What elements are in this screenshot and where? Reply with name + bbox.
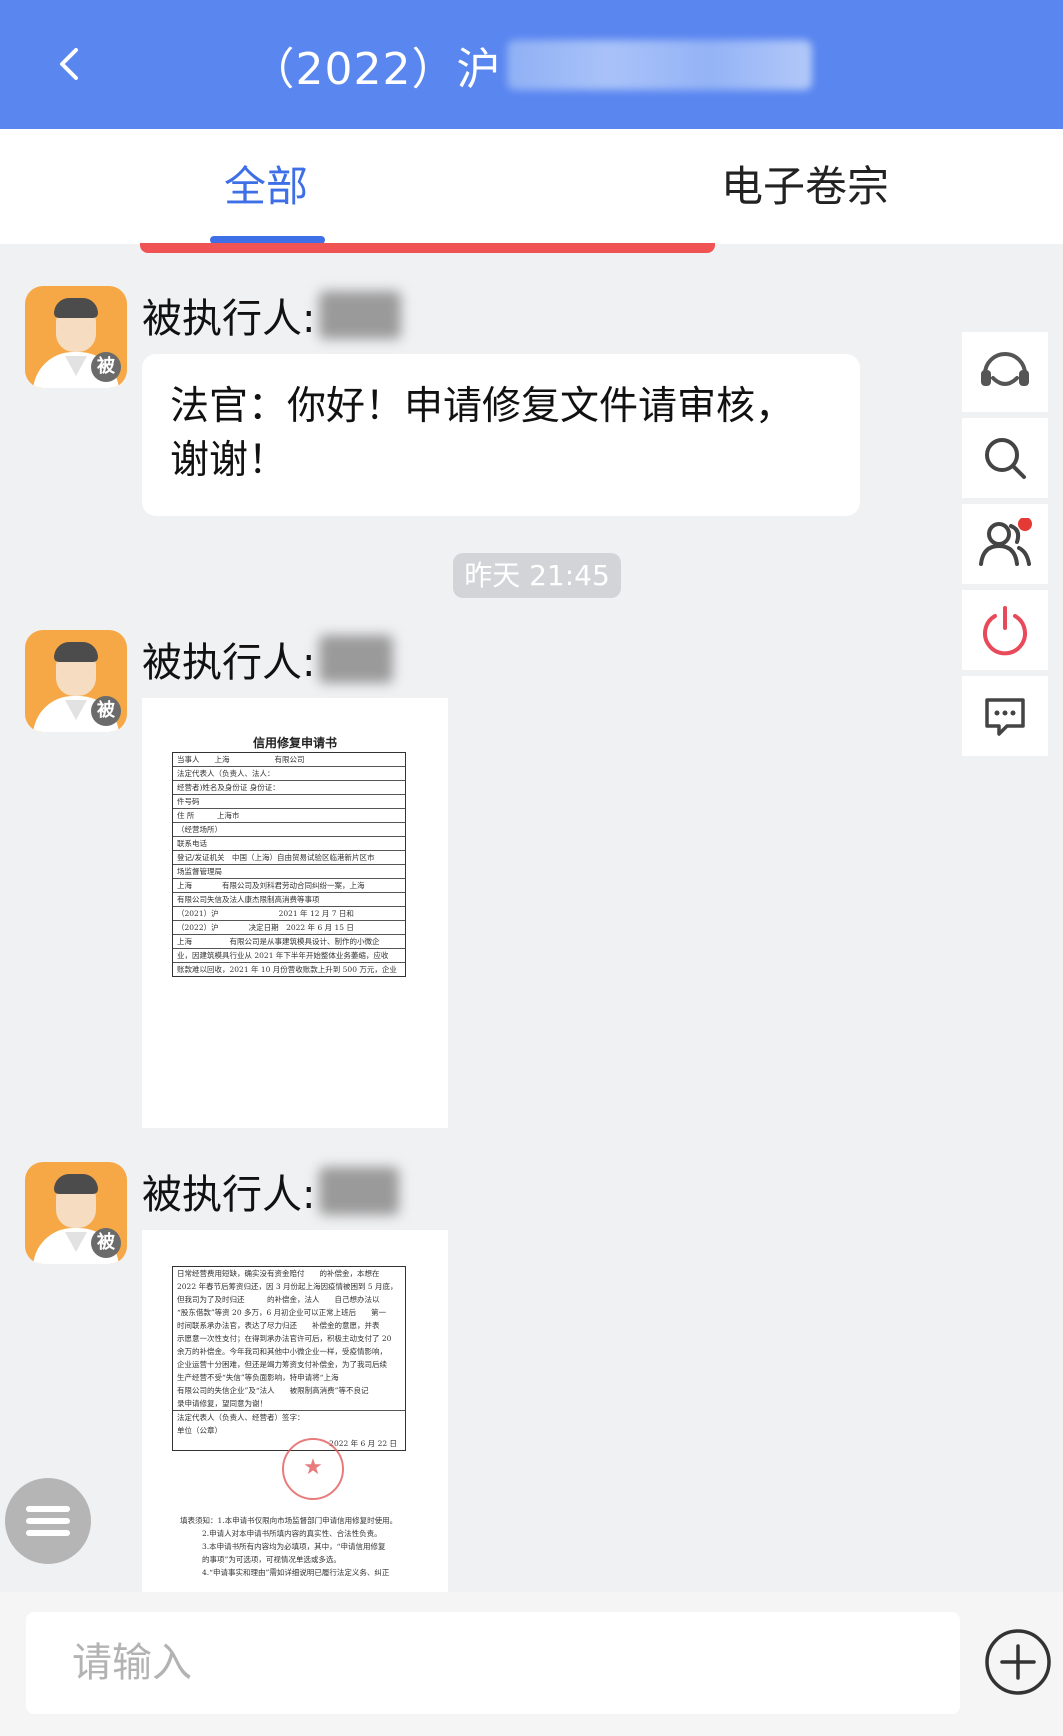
message-bubble[interactable]: 法官：你好！申请修复文件请审核，谢谢！ — [142, 354, 860, 516]
document-table: 日常经营费用短缺，确实没有资金赔付 的补偿金，本想在 2022 年春节后筹资归还… — [172, 1266, 406, 1451]
customer-service-icon — [981, 352, 1029, 386]
document-row: 件号码 — [173, 795, 405, 809]
document-row: 填表须知：1.本申请书仅限向市场监督部门申请信用修复时使用。 — [180, 1516, 398, 1525]
document-row: 录申请修复，望同意为谢！ — [173, 1397, 405, 1411]
avatar-badge: 被 — [91, 1228, 121, 1258]
document-row: 上海 有限公司是从事建筑模具设计、制作的小微企 — [173, 935, 405, 949]
sender-name-redaction — [319, 291, 402, 339]
side-toolbar — [962, 332, 1048, 762]
document-row: 时间联系承办法官，表达了尽力归还 补偿金的意愿，并表 — [177, 1321, 380, 1330]
document-row: “股东借款”等资 20 多万，6 月初企业可以正常上班后 第一 — [177, 1308, 387, 1317]
avatar-badge: 被 — [91, 352, 121, 382]
document-row: 经营者)姓名及身份证 身份证： — [173, 781, 405, 795]
message-icon — [985, 698, 1025, 736]
document-image-attachment[interactable]: 信用修复申请书 当事人 上海 有限公司 法定代表人（负责人、法人： 经营者)姓名… — [142, 698, 448, 1128]
sender-label: 被执行人: — [142, 640, 316, 686]
document-row: 但我司为了及时归还 的补偿金，法人 自己想办法以 — [177, 1295, 380, 1304]
document-row: 余万的补偿金。今年我司和其他中小微企业一样，受疫情影响， — [177, 1347, 387, 1356]
participants-button[interactable] — [962, 504, 1048, 584]
document-image-attachment[interactable]: 日常经营费用短缺，确实没有资金赔付 的补偿金，本想在 2022 年春节后筹资归还… — [142, 1230, 448, 1592]
document-title: 信用修复申请书 — [252, 736, 337, 750]
document-row: （2021）沪 2021 年 12 月 7 日和 — [173, 907, 405, 921]
document-row: 有限公司失信及法人康杰限制高消费等事项 — [173, 893, 405, 907]
document-row: 日常经营费用短缺，确实没有资金赔付 的补偿金，本想在 — [177, 1269, 380, 1278]
app-header: （2022）沪 — [0, 0, 1063, 129]
document-row: 企业运营十分困难，但还是竭力筹资支付补偿金，为了我司后续 — [177, 1360, 387, 1369]
menu-icon — [26, 1518, 70, 1524]
document-row: 3.本申请书所有内容均为必填项，其中，“申请信用修复 — [202, 1542, 386, 1551]
tab-bar: 全部 电子卷宗 — [0, 129, 1063, 244]
tab-electronic-file[interactable]: 电子卷宗 — [690, 129, 920, 244]
document-row: 业，因建筑模具行业从 2021 年下半年开始整体业务萎缩，应收 — [173, 949, 405, 963]
document-row: 法定代表人（负责人、经营者）签字： — [177, 1413, 305, 1422]
document-row: 当事人 上海 有限公司 — [173, 753, 405, 767]
sender-label: 被执行人: — [142, 296, 316, 342]
document-notes: 填表须知：1.本申请书仅限向市场监督部门申请信用修复时使用。 2.申请人对本申请… — [176, 1514, 426, 1579]
document-row: （2022）沪 决定日期 2022 年 6 月 15 日 — [173, 921, 405, 935]
power-icon — [983, 606, 1027, 656]
avatar-badge: 被 — [91, 696, 121, 726]
search-icon — [985, 438, 1026, 479]
header-title-wrap: （2022）沪 — [0, 0, 1063, 129]
sender-label: 被执行人: — [142, 1172, 316, 1218]
message-text: 法官：你好！申请修复文件请审核，谢谢！ — [170, 384, 795, 483]
document-row: 住 所 上海市 — [173, 809, 405, 823]
document-row: 2.申请人对本申请书所填内容的真实性、合法性负责。 — [202, 1529, 382, 1538]
timestamp: 昨天 21:45 — [453, 553, 621, 598]
power-button[interactable] — [962, 590, 1048, 670]
document-row: 示愿意一次性支付；在得到承办法官许可后，积极主动支付了 20 — [177, 1334, 392, 1343]
title-redaction — [507, 39, 813, 90]
document-row: 账款难以回收，2021 年 10 月份营收账款上升到 500 万元，企业 — [177, 965, 397, 974]
avatar[interactable]: 被 — [25, 630, 127, 732]
document-row: 单位（公章） — [177, 1426, 222, 1435]
add-icon[interactable] — [984, 1628, 1052, 1696]
users-icon — [979, 518, 1032, 566]
document-row: 2022 年春节后筹资归还，因 3 月份起上海因疫情被困到 5 月底， — [177, 1282, 398, 1291]
sender-name-redaction — [319, 1167, 400, 1215]
tab-all[interactable]: 全部 — [160, 129, 372, 244]
floating-menu-button[interactable] — [5, 1478, 91, 1564]
document-row: （经营场所） — [173, 823, 405, 837]
red-accent-bar — [140, 243, 715, 253]
sender-name: 被执行人: — [142, 1162, 400, 1220]
page-title: （2022）沪 — [250, 43, 502, 95]
search-button[interactable] — [962, 418, 1048, 498]
message-input[interactable] — [26, 1612, 960, 1714]
sender-name: 被执行人: — [142, 630, 394, 688]
comment-button[interactable] — [962, 676, 1048, 756]
sender-name: 被执行人: — [142, 286, 402, 344]
document-row: 上海 有限公司及刘科君劳动合同纠纷一案，上海 — [173, 879, 405, 893]
document-row: 的事项”为可选项，可视情况单选或多选。 — [202, 1555, 341, 1564]
document-row: 4.“申请事实和理由”需如详细说明已履行法定义务、纠正 — [202, 1568, 390, 1577]
menu-icon — [26, 1506, 70, 1512]
menu-icon — [26, 1530, 70, 1536]
document-row: 场监督管理局 — [173, 865, 405, 879]
input-bar — [0, 1592, 1063, 1736]
document-row: 法定代表人（负责人、法人： — [173, 767, 405, 781]
document-row: 登记/发证机关 中国（上海）自由贸易试验区临港新片区市 — [173, 851, 405, 865]
document-table: 当事人 上海 有限公司 法定代表人（负责人、法人： 经营者)姓名及身份证 身份证… — [172, 752, 406, 977]
sender-name-redaction — [319, 635, 394, 683]
avatar[interactable]: 被 — [25, 1162, 127, 1264]
official-seal-icon: ★ — [282, 1438, 344, 1500]
avatar[interactable]: 被 — [25, 286, 127, 388]
document-row: 有限公司的失信企业”及“法人 被限制高消费”等不良记 — [177, 1386, 369, 1395]
document-row: 联系电话 — [173, 837, 405, 851]
customer-service-button[interactable] — [962, 332, 1048, 412]
document-row: 生产经营不受“失信”等负面影响，特申请将“上海 — [177, 1373, 339, 1382]
